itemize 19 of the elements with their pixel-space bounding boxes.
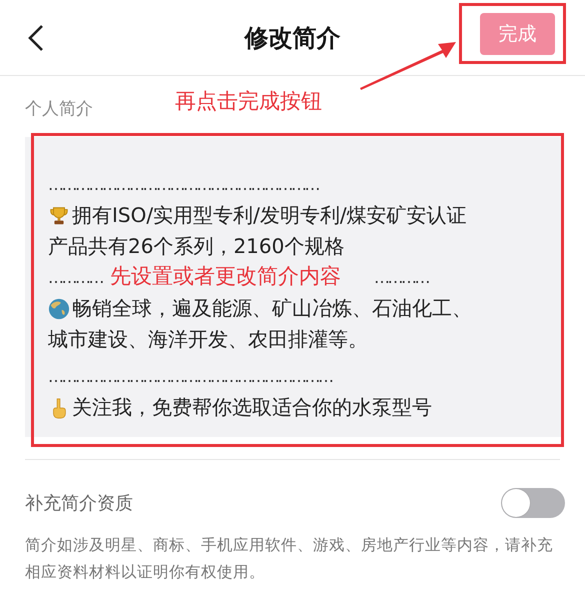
dotted-line: ………… (48, 267, 102, 289)
dotted-line: ……………………………………………………… (48, 366, 332, 388)
dotted-line: ………… (374, 267, 428, 289)
back-icon[interactable] (27, 24, 45, 52)
dotted-line: …………………………………………………… (48, 174, 318, 196)
page-title: 修改简介 (244, 22, 340, 54)
qualification-label: 补充简介资质 (25, 492, 133, 515)
bio-text: 关注我，免费帮你选取适合你的水泵型号 (72, 394, 432, 421)
toggle-switch[interactable] (501, 488, 565, 518)
trophy-icon (48, 204, 70, 226)
annotation-text: 再点击完成按钮 (175, 88, 322, 115)
globe-icon (48, 298, 70, 320)
qualification-note: 简介如涉及明星、商标、手机应用软件、游戏、房地产行业等内容，请补充相应资料材料以证明你有权使用。 (25, 535, 554, 583)
annotation-text: 先设置或者更改简介内容 (110, 263, 341, 290)
bio-text: 拥有ISO/实用型专利/发明专利/煤安矿安认证 (72, 202, 467, 229)
bio-text: 产品共有26个系列，2160个规格 (48, 233, 344, 260)
section-label: 个人简介 (25, 98, 93, 121)
bio-text: 城市建设、海洋开发、农田排灌等。 (48, 326, 368, 353)
bio-text: 畅销全球，遍及能源、矿山冶炼、石油化工、 (72, 295, 472, 322)
